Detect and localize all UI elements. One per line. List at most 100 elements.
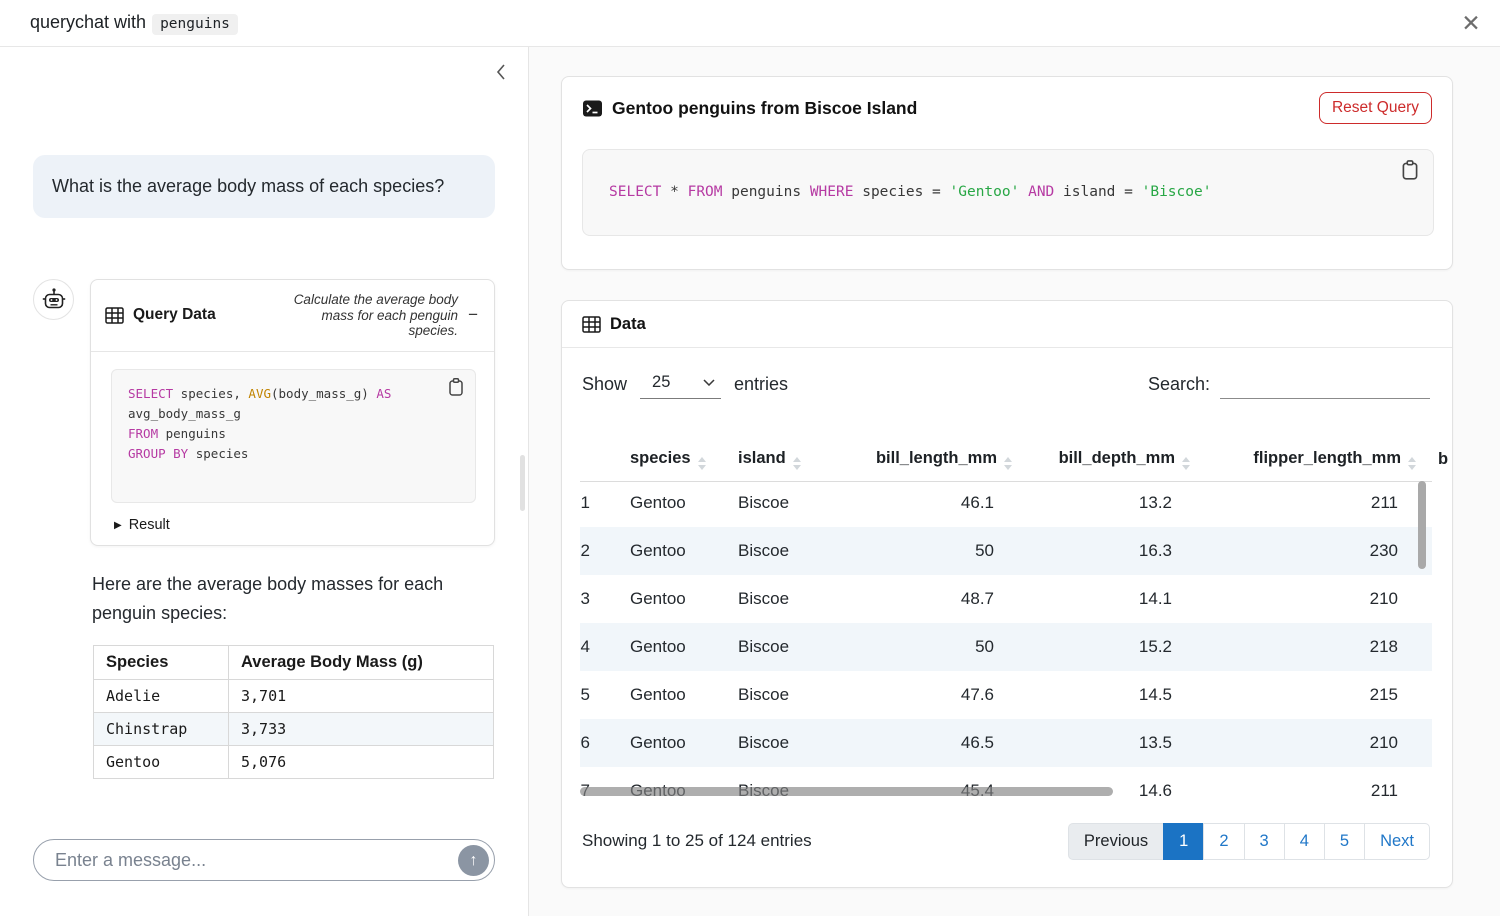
table-cell: Gentoo [616,767,724,803]
result-expander[interactable]: ▶ Result [114,517,170,533]
summary-cell: Gentoo [94,746,229,779]
current-query-card: Gentoo penguins from Biscoe Island Reset… [561,76,1453,270]
species-summary-table: SpeciesAverage Body Mass (g) Adelie3,701… [93,645,494,779]
table-cell: 218 [1198,623,1424,671]
message-input-container: ↑ [33,839,495,881]
caret-right-icon: ▶ [114,520,122,531]
table-icon [105,307,124,324]
table-cell: Biscoe [724,767,820,803]
table-cell: 16.3 [1020,527,1198,575]
table-cell: Gentoo [616,479,724,527]
sort-icon [1004,457,1012,470]
table-cell [1424,719,1432,767]
top-bar: querychat withpenguins ✕ [0,0,1500,47]
page-button-next[interactable]: Next [1364,823,1430,860]
table-row: 5GentooBiscoe47.614.5215 [580,671,1432,719]
summary-column-header: Species [94,646,229,680]
table-cell: 45.4 [820,767,1020,803]
table-row: 2GentooBiscoe5016.3230 [580,527,1432,575]
table-cell: 2 [580,527,616,575]
app-title: querychat withpenguins [30,12,238,33]
table-cell: 5 [580,671,616,719]
table-cell: 215 [1198,671,1424,719]
column-header-bill_depth_mm[interactable]: bill_depth_mm [1020,441,1198,482]
data-table-header: speciesislandbill_length_mmbill_depth_mm… [580,441,1432,482]
result-label: Result [129,517,170,533]
page-button-1[interactable]: 1 [1163,823,1204,860]
collapse-panel-button[interactable] [489,61,513,85]
page-button-3[interactable]: 3 [1244,823,1285,860]
collapse-tool-icon[interactable]: − [466,305,480,325]
page-button-previous: Previous [1068,823,1164,860]
table-cell: Biscoe [724,671,820,719]
show-label: Show [582,374,627,395]
tool-call-card: Query Data Calculate the average body ma… [90,279,495,546]
table-cell: 14.5 [1020,671,1198,719]
table-cell: 7 [580,767,616,803]
table-cell: Gentoo [616,527,724,575]
table-cell: 13.5 [1020,719,1198,767]
sort-icon [698,457,706,470]
horizontal-scrollbar[interactable] [580,787,1113,796]
column-header-flipper_length_mm[interactable]: flipper_length_mm [1198,441,1424,482]
table-cell: Biscoe [724,719,820,767]
panel-resize-handle[interactable] [520,455,525,511]
robot-icon [41,287,67,313]
assistant-message: Here are the average body masses for eac… [92,570,496,628]
copy-icon[interactable] [445,377,467,399]
summary-cell: 3,733 [229,713,494,746]
reset-query-button[interactable]: Reset Query [1319,92,1432,124]
message-input[interactable] [55,841,445,879]
close-button[interactable]: ✕ [1454,6,1488,40]
summary-cell: 5,076 [229,746,494,779]
table-cell: 210 [1198,575,1424,623]
table-cell: Biscoe [724,575,820,623]
summary-cell: Adelie [94,680,229,713]
table-cell: 1 [580,479,616,527]
active-sql-block: SELECT * FROM penguins WHERE species = '… [582,149,1434,236]
sort-icon [1182,457,1190,470]
table-cell: 14.6 [1020,767,1198,803]
send-button[interactable]: ↑ [458,845,489,876]
table-row: 1GentooBiscoe46.113.2211 [580,479,1432,527]
entries-info: Showing 1 to 25 of 124 entries [582,831,812,851]
page-button-2[interactable]: 2 [1203,823,1244,860]
column-label: b [1438,450,1448,468]
summary-column-header: Average Body Mass (g) [229,646,494,680]
sql-code: SELECT species, AVG(body_mass_g) ASavg_b… [128,384,475,464]
table-cell [1424,575,1432,623]
page-button-4[interactable]: 4 [1284,823,1325,860]
column-header-b: b [1424,441,1432,482]
sql-code-block: SELECT species, AVG(body_mass_g) ASavg_b… [111,369,476,503]
vertical-scrollbar[interactable] [1418,481,1426,569]
table-cell: 211 [1198,479,1424,527]
table-row: 3GentooBiscoe48.714.1210 [580,575,1432,623]
avatar [33,279,74,320]
chat-panel: What is the average body mass of each sp… [0,47,527,916]
summary-table-header-row: SpeciesAverage Body Mass (g) [94,646,494,680]
table-cell: Gentoo [616,623,724,671]
table-cell: 13.2 [1020,479,1198,527]
table-cell: Biscoe [724,479,820,527]
table-cell: 6 [580,719,616,767]
table-cell [1424,671,1432,719]
search-input[interactable] [1220,369,1430,399]
column-header-island[interactable]: island [724,441,820,482]
data-table-header-row: speciesislandbill_length_mmbill_depth_mm… [580,441,1432,482]
table-cell: 50 [820,623,1020,671]
column-header-bill_length_mm[interactable]: bill_length_mm [820,441,1020,482]
tool-card-header: Query Data Calculate the average body ma… [91,280,494,352]
column-header-species[interactable]: species [616,441,724,482]
pagination: Previous12345Next [1068,823,1430,860]
data-table-card: Data Show 25 entries Search: speciesisl [561,300,1453,888]
table-cell [1424,623,1432,671]
search-label: Search: [1148,374,1210,395]
table-cell [1424,767,1432,803]
page-size-select[interactable]: 25 [640,370,721,399]
app-title-text: querychat with [30,12,146,32]
summary-row: Gentoo5,076 [94,746,494,779]
query-card-header: Gentoo penguins from Biscoe Island Reset… [562,77,1452,124]
page-button-5[interactable]: 5 [1324,823,1365,860]
sort-icon [1408,457,1416,470]
copy-icon[interactable] [1398,159,1422,183]
